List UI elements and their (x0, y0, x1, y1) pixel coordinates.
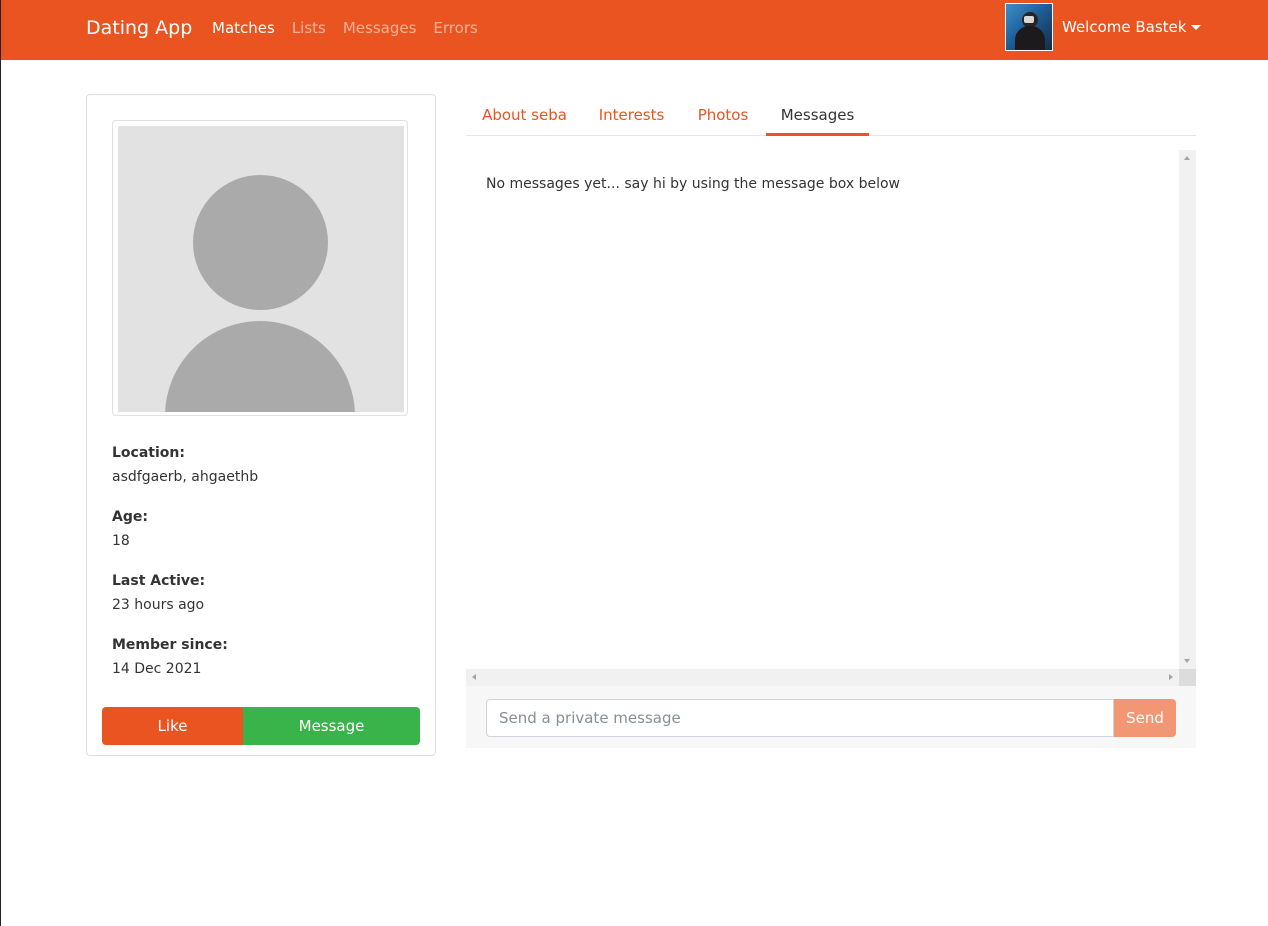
placeholder-head (193, 175, 328, 310)
tab-about[interactable]: About seba (466, 96, 583, 136)
last-active-label: Last Active: (112, 573, 206, 589)
tab-photos[interactable]: Photos (680, 96, 766, 136)
placeholder-body (165, 321, 355, 412)
top-navbar: Dating App Matches Lists Messages Errors… (1, 0, 1268, 60)
tab-interests[interactable]: Interests (583, 96, 680, 136)
age-value: 18 (112, 533, 130, 549)
message-list: No messages yet... say hi by using the m… (466, 150, 1179, 669)
nav-link-matches[interactable]: Matches (212, 16, 275, 40)
location-value: asdfgaerb, ahgaethb (112, 469, 259, 485)
like-button[interactable]: Like (102, 707, 243, 745)
messages-panel: No messages yet... say hi by using the m… (466, 150, 1196, 748)
age-label: Age: (112, 509, 148, 525)
member-since-info: Member since: 14 Dec 2021 (112, 635, 412, 679)
nav-link-errors[interactable]: Errors (433, 16, 477, 40)
user-dropdown-toggle[interactable]: Welcome Bastek (1062, 15, 1202, 39)
scroll-up-icon[interactable] (1184, 156, 1190, 160)
member-since-label: Member since: (112, 637, 228, 653)
last-active-info: Last Active: 23 hours ago (112, 571, 412, 615)
vertical-scrollbar[interactable] (1179, 150, 1196, 669)
profile-tabs: About seba Interests Photos Messages (466, 96, 1196, 136)
scroll-right-icon[interactable] (1169, 674, 1173, 680)
nav-link-lists[interactable]: Lists (292, 16, 326, 40)
avatar-body-shape (1015, 26, 1045, 50)
horizontal-scrollbar[interactable] (466, 669, 1179, 686)
tab-messages[interactable]: Messages (766, 96, 869, 136)
brand-link[interactable]: Dating App (86, 14, 192, 42)
scroll-left-icon[interactable] (472, 674, 476, 680)
message-input[interactable] (486, 699, 1114, 737)
caret-down-icon (1191, 25, 1202, 30)
member-since-value: 14 Dec 2021 (112, 661, 202, 677)
user-avatar[interactable] (1005, 3, 1053, 51)
age-info: Age: 18 (112, 507, 412, 551)
scroll-down-icon[interactable] (1184, 659, 1190, 663)
profile-photo (112, 120, 408, 416)
default-user-icon (118, 126, 404, 412)
scrollbar-corner (1179, 669, 1196, 686)
nav-link-messages[interactable]: Messages (343, 16, 417, 40)
profile-action-buttons: Like Message (102, 707, 420, 745)
nav-links: Matches Lists Messages Errors (212, 16, 495, 40)
location-label: Location: (112, 445, 185, 461)
profile-card: Location: asdfgaerb, ahgaethb Age: 18 La… (86, 94, 436, 756)
message-button[interactable]: Message (243, 707, 420, 745)
location-info: Location: asdfgaerb, ahgaethb (112, 443, 412, 487)
welcome-text: Welcome Bastek (1062, 18, 1187, 36)
no-messages-text: No messages yet... say hi by using the m… (486, 176, 901, 192)
camera-icon (1024, 16, 1034, 23)
send-button[interactable]: Send (1114, 699, 1176, 737)
last-active-value: 23 hours ago (112, 597, 205, 613)
